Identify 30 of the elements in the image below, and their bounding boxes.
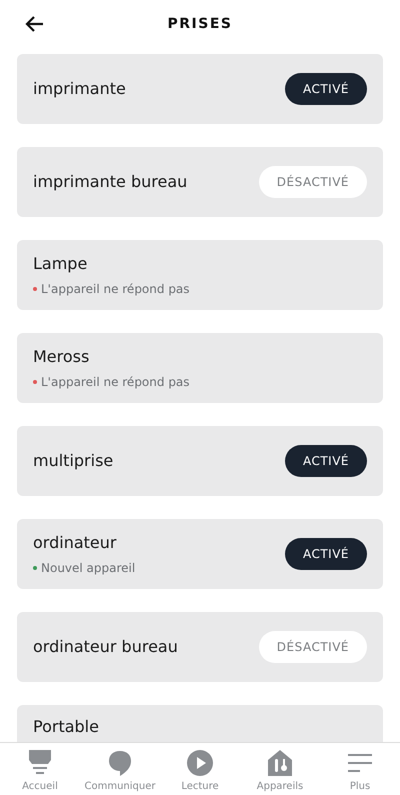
smart-home-icon — [266, 749, 294, 777]
device-card[interactable]: Lampe L'appareil ne répond pas — [17, 240, 383, 310]
device-card[interactable]: multiprise ACTIVÉ — [17, 426, 383, 496]
device-name: Lampe — [33, 253, 88, 275]
status-text: L'appareil ne répond pas — [41, 374, 190, 391]
device-name: imprimante bureau — [33, 171, 188, 193]
device-name: multiprise — [33, 450, 114, 472]
power-toggle-button[interactable]: DÉSACTIVÉ — [258, 166, 367, 198]
device-name: Meross — [33, 346, 90, 368]
play-icon — [186, 749, 214, 777]
back-arrow-icon[interactable] — [24, 15, 44, 33]
page-title: PRISES — [168, 14, 232, 34]
status-text: L'appareil ne répond pas — [41, 281, 190, 298]
device-card[interactable]: ordinateur bureau DÉSACTIVÉ — [17, 612, 383, 682]
device-card[interactable]: imprimante bureau DÉSACTIVÉ — [17, 147, 383, 217]
home-icon — [26, 749, 54, 777]
power-toggle-button[interactable]: ACTIVÉ — [284, 538, 367, 570]
power-toggle-button[interactable]: DÉSACTIVÉ — [258, 631, 367, 663]
device-name: ordinateur — [33, 532, 118, 554]
device-card[interactable]: imprimante ACTIVÉ — [17, 54, 383, 124]
device-name: ordinateur bureau — [33, 636, 178, 658]
speech-bubble-icon — [107, 749, 133, 777]
status-text: Nouvel appareil — [41, 560, 136, 577]
device-card[interactable]: Meross L'appareil ne répond pas — [17, 333, 383, 403]
device-name: imprimante — [33, 78, 126, 100]
device-card[interactable]: ordinateur Nouvel appareil ACTIVÉ — [17, 519, 383, 589]
device-card[interactable]: Portable — [17, 705, 383, 742]
power-toggle-button[interactable]: ACTIVÉ — [284, 445, 367, 477]
device-name: Portable — [33, 716, 99, 738]
power-toggle-button[interactable]: ACTIVÉ — [284, 73, 367, 105]
